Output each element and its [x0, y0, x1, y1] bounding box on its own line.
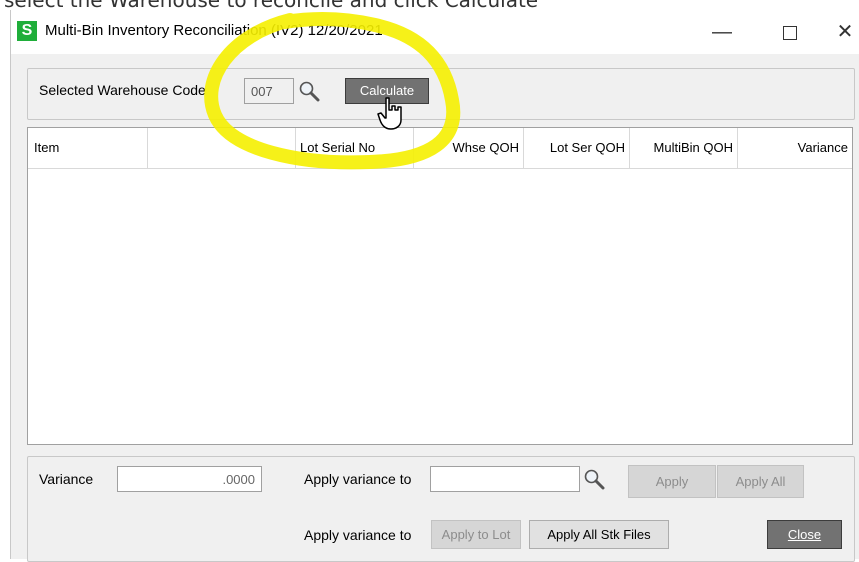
app-icon: S	[17, 21, 37, 41]
hand-cursor-icon	[377, 97, 402, 130]
column-item[interactable]: Item	[28, 128, 148, 168]
close-button[interactable]: Close	[767, 520, 842, 549]
variance-label: Variance	[39, 471, 94, 487]
maximize-icon	[783, 25, 797, 40]
close-window-button[interactable]: ✕	[826, 18, 859, 46]
column-multibin-qoh[interactable]: MultiBin QOH	[630, 128, 738, 168]
apply-all-stk-files-button[interactable]: Apply All Stk Files	[529, 520, 669, 549]
warehouse-code-field[interactable]: 007	[244, 78, 294, 104]
grid-header: Item Lot Serial No Whse QOH Lot Ser QOH …	[28, 128, 852, 169]
window-title: Multi-Bin Inventory Reconciliation (IV2)…	[45, 22, 383, 39]
column-whse-qoh[interactable]: Whse QOH	[414, 128, 524, 168]
apply-variance-field[interactable]	[430, 466, 580, 492]
reconciliation-grid[interactable]: Item Lot Serial No Whse QOH Lot Ser QOH …	[27, 127, 853, 445]
main-window: S Multi-Bin Inventory Reconciliation (IV…	[10, 10, 859, 562]
title-bar: S Multi-Bin Inventory Reconciliation (IV…	[11, 10, 859, 54]
warehouse-code-label: Selected Warehouse Code	[39, 82, 206, 98]
column-variance[interactable]: Variance	[738, 128, 852, 168]
column-lot-ser-qoh[interactable]: Lot Ser QOH	[524, 128, 630, 168]
variance-field[interactable]: .0000	[117, 466, 262, 492]
column-blank[interactable]	[148, 128, 296, 168]
apply-variance-lookup-icon[interactable]	[583, 468, 605, 490]
minimize-button[interactable]: —	[703, 18, 741, 46]
apply-to-lot-button[interactable]: Apply to Lot	[431, 520, 521, 549]
column-lot-serial-no[interactable]: Lot Serial No	[296, 128, 414, 168]
apply-variance-label-2: Apply variance to	[304, 527, 412, 543]
warehouse-lookup-icon[interactable]	[298, 80, 320, 102]
apply-all-button[interactable]: Apply All	[717, 465, 804, 498]
maximize-button[interactable]	[771, 18, 809, 46]
apply-variance-label: Apply variance to	[304, 471, 412, 487]
apply-button[interactable]: Apply	[628, 465, 716, 498]
